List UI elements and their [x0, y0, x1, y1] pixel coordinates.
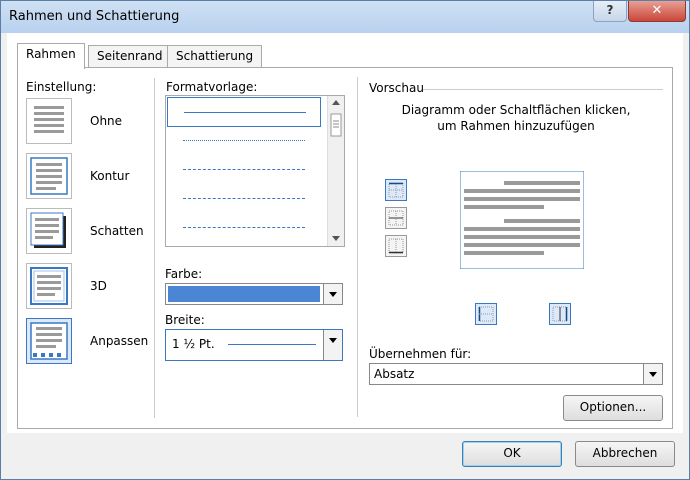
- window-title: Rahmen und Schattierung: [9, 9, 180, 24]
- farbe-dropdown-icon[interactable]: [323, 284, 342, 304]
- setting-kontur-button[interactable]: [26, 153, 72, 199]
- uebernehmen-dropdown-icon[interactable]: [643, 364, 662, 384]
- setting-ohne-button[interactable]: [26, 98, 72, 144]
- style-item-dashed[interactable]: [167, 184, 321, 212]
- setting-3d-label: 3D: [90, 279, 107, 293]
- scrollbar-arrows-icon: [330, 100, 342, 241]
- border-bottom-icon: [388, 238, 404, 254]
- border-custom-icon: [30, 322, 68, 360]
- setting-ohne-label: Ohne: [90, 114, 123, 128]
- abbrechen-button[interactable]: Abbrechen: [575, 441, 675, 467]
- preview-line: [504, 219, 580, 223]
- border-top-button[interactable]: [385, 179, 407, 201]
- formatvorlage-label: Formatvorlage:: [166, 80, 258, 94]
- optionen-button[interactable]: Optionen...: [563, 395, 663, 421]
- preview-line: [504, 181, 580, 185]
- border-none-icon: [34, 106, 64, 133]
- setting-schatten-button[interactable]: [26, 208, 72, 254]
- border-right-icon: [552, 306, 568, 322]
- tab-seitenrand[interactable]: Seitenrand: [88, 45, 172, 68]
- ok-button[interactable]: OK: [462, 441, 562, 467]
- vorschau-hint-2: um Rahmen hinzuzufügen: [437, 119, 595, 133]
- uebernehmen-label: Übernehmen für:: [369, 347, 472, 361]
- preview-line: [464, 205, 544, 209]
- border-3d-icon: [30, 267, 68, 305]
- einstellung-label: Einstellung:: [26, 80, 97, 94]
- dotted-line: [183, 140, 305, 141]
- vorschau-rule: [423, 89, 663, 90]
- breite-line-sample: [228, 344, 316, 345]
- title-bar: Rahmen und Schattierung ? ✕: [1, 1, 689, 33]
- preview-line: [464, 227, 580, 231]
- tab-rahmen[interactable]: Rahmen: [17, 43, 85, 69]
- breite-select[interactable]: 1 ½ Pt.: [165, 329, 343, 361]
- preview-line: [464, 243, 580, 247]
- border-left-icon: [478, 306, 494, 322]
- border-bottom-button[interactable]: [385, 235, 407, 257]
- border-shadow-icon: [30, 212, 66, 248]
- preview-line: [464, 197, 580, 201]
- style-scrollbar[interactable]: [327, 96, 344, 246]
- uebernehmen-select[interactable]: Absatz: [369, 363, 663, 385]
- border-right-button[interactable]: [549, 303, 571, 325]
- breite-label: Breite:: [165, 313, 205, 327]
- breite-value: 1 ½ Pt.: [172, 337, 215, 351]
- setting-3d-button[interactable]: [26, 263, 72, 309]
- setting-schatten-label: Schatten: [90, 224, 144, 238]
- dash-dot-line: [183, 227, 305, 228]
- border-left-button[interactable]: [475, 303, 497, 325]
- preview-line: [464, 235, 580, 239]
- style-item-solid[interactable]: [167, 97, 321, 127]
- breite-dropdown-icon[interactable]: [323, 330, 342, 360]
- vorschau-hint-1: Diagramm oder Schaltflächen klicken,: [401, 103, 631, 117]
- style-item-dashed-small[interactable]: [167, 155, 321, 183]
- setting-anpassen-button[interactable]: [26, 318, 72, 364]
- border-box-icon: [30, 157, 68, 195]
- style-listbox[interactable]: [165, 95, 345, 247]
- style-item-dash-dot[interactable]: [167, 213, 321, 241]
- column-divider: [154, 78, 155, 418]
- help-button[interactable]: ?: [593, 1, 627, 22]
- dashed-line: [183, 198, 305, 199]
- dashed-small-line: [183, 169, 305, 170]
- farbe-label: Farbe:: [165, 267, 203, 281]
- preview-line: [464, 251, 544, 255]
- border-inner-horizontal-button[interactable]: [385, 207, 407, 229]
- vorschau-label: Vorschau: [369, 81, 424, 95]
- border-top-icon: [388, 182, 404, 198]
- tab-schattierung[interactable]: Schattierung: [167, 45, 263, 68]
- uebernehmen-value: Absatz: [374, 367, 415, 381]
- dialog-window: Rahmen und Schattierung ? ✕ Rahmen Seite…: [0, 0, 690, 480]
- border-inner-horizontal-icon: [388, 210, 404, 226]
- style-item-dotted[interactable]: [167, 126, 321, 154]
- column-divider-2: [357, 77, 358, 417]
- close-button[interactable]: ✕: [628, 1, 686, 22]
- preview-line: [464, 189, 580, 193]
- setting-anpassen-label: Anpassen: [90, 334, 149, 348]
- farbe-swatch: [168, 286, 320, 302]
- setting-kontur-label: Kontur: [90, 169, 130, 183]
- dialog-content: Rahmen Seitenrand Schattierung Einstellu…: [7, 33, 683, 473]
- preview-area[interactable]: [460, 171, 584, 269]
- solid-line: [184, 112, 306, 113]
- farbe-select[interactable]: [165, 283, 343, 305]
